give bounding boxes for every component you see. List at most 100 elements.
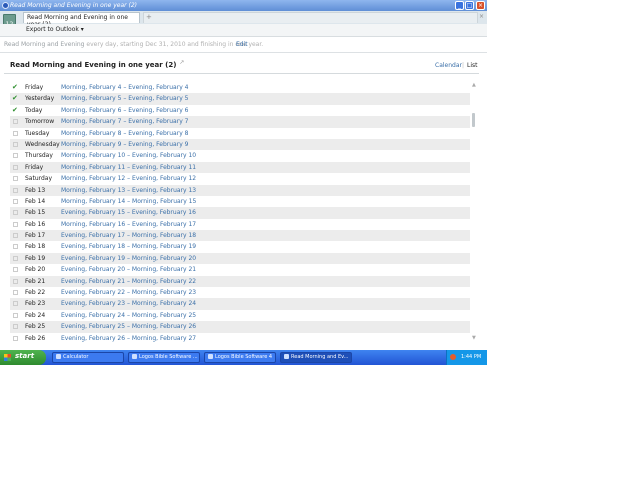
reading-link[interactable]: Evening, February 24 – Morning, February… xyxy=(61,310,196,321)
list-item[interactable]: Feb 23 Evening, February 23 – Morning, Fe… xyxy=(10,298,470,310)
scrollbar-thumb[interactable] xyxy=(472,113,475,127)
export-to-outlook-button[interactable]: Export to Outlook ▾ xyxy=(26,26,84,33)
page-title: Read Morning and Evening in one year (2)… xyxy=(10,59,184,69)
reading-link[interactable]: Evening, February 20 – Morning, February… xyxy=(61,264,196,275)
list-item[interactable]: Feb 17 Evening, February 17 – Morning, Fe… xyxy=(10,230,470,242)
reading-link[interactable]: Morning, February 11 – Evening, February… xyxy=(61,162,196,173)
calculator-icon xyxy=(56,354,61,359)
list-item[interactable]: Feb 26 Evening, February 26 – Morning, Fe… xyxy=(10,333,470,343)
list-item[interactable]: Feb 25 Evening, February 25 – Morning, Fe… xyxy=(10,321,470,333)
minimize-button[interactable]: _ xyxy=(455,1,464,10)
list-item[interactable]: Saturday Morning, February 12 – Evening, … xyxy=(10,173,470,184)
scroll-up-arrow-icon[interactable]: ▲ xyxy=(472,82,476,88)
taskbar-item-reading-plan[interactable]: Read Morning and Ev... xyxy=(280,352,352,363)
reading-link[interactable]: Morning, February 5 – Evening, February … xyxy=(61,93,188,104)
reading-link[interactable]: Morning, February 9 – Evening, February … xyxy=(61,139,188,150)
scrollbar[interactable]: ▲ ▼ xyxy=(471,82,477,343)
maximize-button[interactable]: □ xyxy=(465,1,474,10)
tray-status-icon[interactable] xyxy=(450,354,456,360)
reading-link[interactable]: Evening, February 21 – Morning, February… xyxy=(61,276,196,287)
reading-link[interactable]: Morning, February 8 – Evening, February … xyxy=(61,128,188,139)
reading-link[interactable]: Morning, February 12 – Evening, February… xyxy=(61,173,196,184)
list-item[interactable]: Thursday Morning, February 10 – Evening, … xyxy=(10,150,470,161)
list-view-link[interactable]: List xyxy=(467,62,478,69)
day-label: Feb 23 xyxy=(25,300,46,308)
list-item[interactable]: ✔ Today Morning, February 6 – Evening, Feb… xyxy=(10,105,470,116)
divider xyxy=(0,36,487,37)
taskbar-item-calculator[interactable]: Calculator xyxy=(52,352,124,363)
day-label: Feb 17 xyxy=(25,232,46,240)
reading-link[interactable]: Evening, February 23 – Morning, February… xyxy=(61,298,196,309)
taskbar-item-label: Calculator xyxy=(63,354,89,360)
tab-reading-plan[interactable]: Read Morning and Evening in one year (2) xyxy=(23,12,140,28)
logos-icon xyxy=(208,354,213,359)
divider xyxy=(0,52,487,53)
window-title: Read Morning and Evening in one year (2) xyxy=(10,2,138,9)
list-item[interactable]: ✔ Friday Morning, February 4 – Evening, Fe… xyxy=(10,82,470,93)
list-item[interactable]: Feb 16 Morning, February 16 – Evening, Fe… xyxy=(10,219,470,230)
day-label: Feb 19 xyxy=(25,254,46,262)
reading-link[interactable]: Evening, February 18 – Morning, February… xyxy=(61,241,196,252)
reading-link[interactable]: Evening, February 19 – Morning, February… xyxy=(61,253,196,264)
day-label: Today xyxy=(25,106,43,114)
list-item[interactable]: Wednesday Morning, February 9 – Evening, … xyxy=(10,138,470,151)
reading-link[interactable]: Morning, February 10 – Evening, February… xyxy=(61,150,196,161)
taskbar-item-logos-2[interactable]: Logos Bible Software 4 xyxy=(204,352,276,363)
list-item[interactable]: Tuesday Morning, February 8 – Evening, Fe… xyxy=(10,128,470,139)
new-tab-button[interactable]: + xyxy=(143,12,478,23)
reading-link[interactable]: Evening, February 25 – Morning, February… xyxy=(61,321,196,332)
reading-link[interactable]: Morning, February 6 – Evening, February … xyxy=(61,105,188,116)
reading-link[interactable]: Morning, February 13 – Evening, February… xyxy=(61,185,196,196)
list-item[interactable]: Tomorrow Morning, February 7 – Evening, F… xyxy=(10,116,470,128)
day-label: Tomorrow xyxy=(25,118,55,126)
reading-link[interactable]: Morning, February 14 – Morning, February… xyxy=(61,196,196,207)
day-label: Feb 15 xyxy=(25,209,46,217)
list-item[interactable]: Feb 14 Morning, February 14 – Morning, Fe… xyxy=(10,196,470,207)
reading-link[interactable]: Evening, February 17 – Morning, February… xyxy=(61,230,196,241)
logos-icon xyxy=(284,354,289,359)
day-label: Feb 21 xyxy=(25,277,46,285)
external-link-icon[interactable]: ↗ xyxy=(179,59,184,66)
day-label: Feb 18 xyxy=(25,243,46,251)
checkmark-icon[interactable]: ✔ xyxy=(12,93,20,104)
list-item[interactable]: Feb 19 Evening, February 19 – Morning, Fe… xyxy=(10,252,470,265)
clock: 1:44 PM xyxy=(461,354,482,360)
plan-name: Read Morning and Evening xyxy=(4,41,85,48)
list-item[interactable]: Feb 21 Evening, February 21 – Morning, Fe… xyxy=(10,275,470,288)
list-item[interactable]: Feb 15 Evening, February 15 – Evening, Fe… xyxy=(10,207,470,219)
windows-logo-icon xyxy=(4,354,11,361)
list-item[interactable]: ✔ Yesterday Morning, February 5 – Evening,… xyxy=(10,93,470,105)
plus-icon: + xyxy=(146,13,152,21)
day-label: Feb 26 xyxy=(25,334,46,342)
reading-link[interactable]: Evening, February 26 – Morning, February… xyxy=(61,333,196,343)
reading-link[interactable]: Morning, February 4 – Evening, February … xyxy=(61,82,188,93)
list-item[interactable]: Feb 13 Morning, February 13 – Evening, Fe… xyxy=(10,184,470,196)
divider xyxy=(4,73,479,74)
checkmark-icon[interactable]: ✔ xyxy=(12,82,20,93)
reading-link[interactable]: Morning, February 16 – Evening, February… xyxy=(61,219,196,230)
day-label: Thursday xyxy=(25,152,53,160)
start-button[interactable]: start xyxy=(0,350,46,365)
checkmark-icon[interactable]: ✔ xyxy=(12,105,20,116)
close-tab-icon[interactable]: × xyxy=(479,13,484,20)
day-label: Feb 16 xyxy=(25,220,46,228)
list-item[interactable]: Feb 18 Evening, February 18 – Morning, Fe… xyxy=(10,241,470,252)
day-label: Friday xyxy=(25,84,44,91)
day-label: Friday xyxy=(25,163,44,171)
reading-link[interactable]: Evening, February 15 – Evening, February… xyxy=(61,207,196,218)
scroll-down-arrow-icon[interactable]: ▼ xyxy=(472,335,476,341)
close-window-button[interactable]: × xyxy=(476,1,485,10)
list-item[interactable]: Feb 24 Evening, February 24 – Morning, Fe… xyxy=(10,310,470,321)
page-title-text: Read Morning and Evening in one year (2) xyxy=(10,61,177,69)
taskbar-item-logos-1[interactable]: Logos Bible Software ... xyxy=(128,352,200,363)
reading-link[interactable]: Evening, February 22 – Morning, February… xyxy=(61,287,196,298)
list-item[interactable]: Feb 20 Evening, February 20 – Morning, Fe… xyxy=(10,264,470,275)
day-label: Feb 20 xyxy=(25,266,46,274)
list-item[interactable]: Friday Morning, February 11 – Evening, Fe… xyxy=(10,161,470,174)
reading-link[interactable]: Morning, February 7 – Evening, February … xyxy=(61,116,188,127)
day-label: Feb 24 xyxy=(25,311,46,319)
edit-plan-link[interactable]: Edit xyxy=(236,41,248,48)
day-label: Saturday xyxy=(25,175,53,183)
calendar-view-link[interactable]: Calendar xyxy=(435,62,462,69)
list-item[interactable]: Feb 22 Evening, February 22 – Morning, Fe… xyxy=(10,287,470,298)
